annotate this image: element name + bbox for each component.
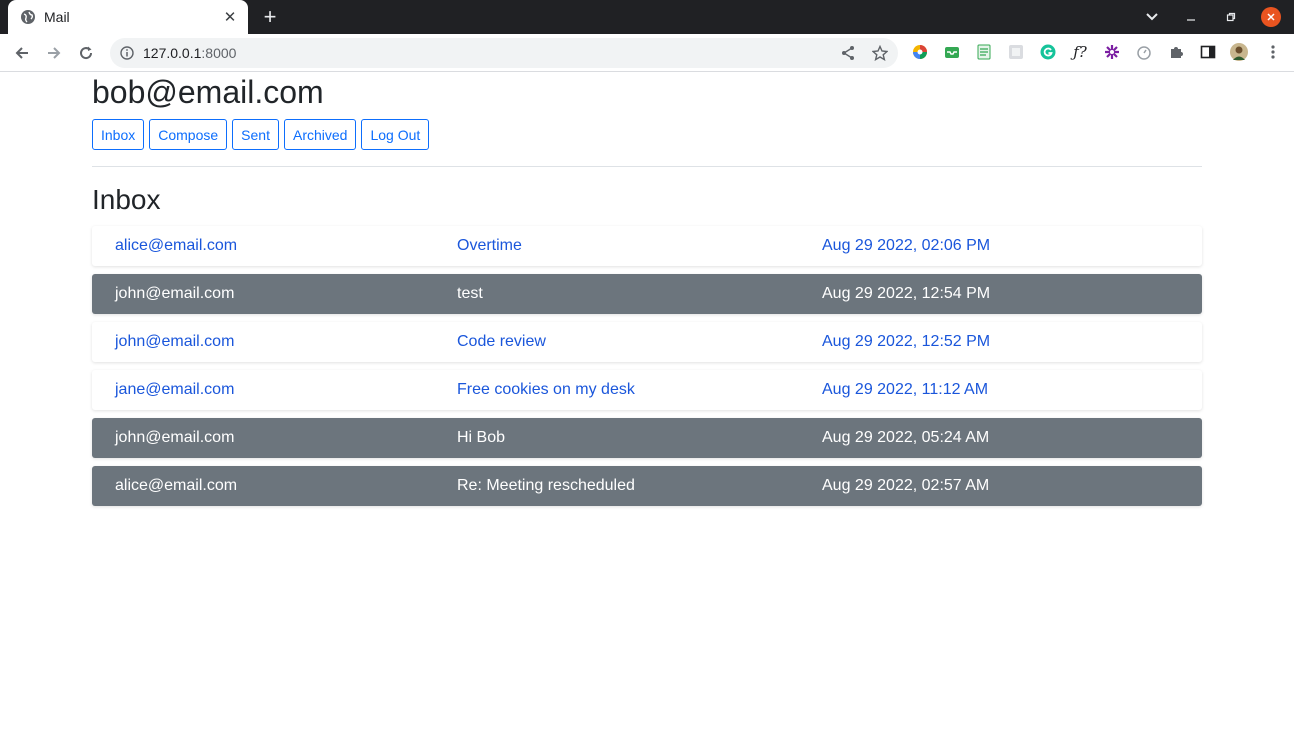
email-row[interactable]: john@email.com test Aug 29 2022, 12:54 P… xyxy=(92,274,1202,314)
grammarly-icon[interactable] xyxy=(1039,43,1057,61)
mail-app: bob@email.com Inbox Compose Sent Archive… xyxy=(92,73,1202,514)
inbox-extension-icon[interactable] xyxy=(943,43,961,61)
inbox-button[interactable]: Inbox xyxy=(92,119,145,150)
email-row[interactable]: jane@email.com Free cookies on my desk A… xyxy=(92,370,1202,410)
browser-tab[interactable]: Mail ✕ xyxy=(8,0,248,34)
email-subject: Hi Bob xyxy=(457,429,506,446)
address-bar[interactable]: 127.0.0.1:8000 xyxy=(110,38,898,68)
email-subject: Free cookies on my desk xyxy=(457,381,635,398)
browser-toolbar: 127.0.0.1:8000 xyxy=(0,34,1294,72)
flower-extension-icon[interactable] xyxy=(1103,43,1121,61)
tab-search-icon[interactable] xyxy=(1141,6,1163,28)
email-subject: Overtime xyxy=(457,237,522,254)
grid-extension-icon[interactable] xyxy=(1007,43,1025,61)
email-timestamp: Aug 29 2022, 12:54 PM xyxy=(822,285,991,302)
url-port: :8000 xyxy=(201,45,237,61)
globe-icon xyxy=(20,9,36,25)
email-timestamp: Aug 29 2022, 02:06 PM xyxy=(822,237,991,254)
url-host: 127.0.0.1 xyxy=(143,45,202,61)
mailbox-title: Inbox xyxy=(92,184,161,215)
url-text: 127.0.0.1:8000 xyxy=(143,45,236,61)
sent-button[interactable]: Sent xyxy=(232,119,279,150)
tab-title: Mail xyxy=(44,9,70,25)
extensions-puzzle-icon[interactable] xyxy=(1167,43,1185,61)
window-close-icon[interactable] xyxy=(1261,7,1281,27)
email-sender: jane@email.com xyxy=(115,381,235,398)
forward-icon[interactable] xyxy=(42,41,66,65)
email-row[interactable]: john@email.com Code review Aug 29 2022, … xyxy=(92,322,1202,362)
sheet-extension-icon[interactable] xyxy=(975,43,993,61)
reload-icon[interactable] xyxy=(74,41,98,65)
site-info-icon[interactable] xyxy=(119,45,135,61)
archived-button[interactable]: Archived xyxy=(283,119,357,150)
email-sender: alice@email.com xyxy=(115,237,238,254)
email-row[interactable]: alice@email.com Re: Meeting rescheduled … xyxy=(92,466,1202,506)
font-finder-icon[interactable]: ƒ? xyxy=(1071,43,1089,61)
email-timestamp: Aug 29 2022, 02:57 AM xyxy=(822,477,990,494)
timer-extension-icon[interactable] xyxy=(1135,43,1153,61)
email-sender: john@email.com xyxy=(115,429,235,446)
profile-avatar[interactable] xyxy=(1230,43,1248,61)
logout-button[interactable]: Log Out xyxy=(361,119,430,150)
email-sender: alice@email.com xyxy=(115,477,238,494)
email-timestamp: Aug 29 2022, 11:12 AM xyxy=(822,381,989,398)
minimize-icon[interactable] xyxy=(1180,6,1202,28)
back-icon[interactable] xyxy=(10,41,34,65)
share-icon[interactable] xyxy=(836,41,860,65)
new-tab-icon[interactable]: + xyxy=(258,5,282,29)
browser-tabstrip: Mail ✕ + xyxy=(0,0,1294,34)
mail-nav: Inbox Compose Sent Archived Log Out xyxy=(92,119,1202,150)
compose-button[interactable]: Compose xyxy=(149,119,228,150)
user-email-heading: bob@email.com xyxy=(92,74,324,110)
email-subject: test xyxy=(457,285,483,302)
divider xyxy=(92,166,1202,167)
restore-icon[interactable] xyxy=(1220,6,1242,28)
side-panel-icon[interactable] xyxy=(1199,43,1217,61)
browser-menu-icon[interactable] xyxy=(1264,43,1282,61)
bookmark-star-icon[interactable] xyxy=(868,41,892,65)
email-row[interactable]: john@email.com Hi Bob Aug 29 2022, 05:24… xyxy=(92,418,1202,458)
close-tab-icon[interactable]: ✕ xyxy=(220,7,240,27)
email-subject: Code review xyxy=(457,333,546,350)
email-sender: john@email.com xyxy=(115,285,235,302)
email-list: alice@email.com Overtime Aug 29 2022, 02… xyxy=(92,226,1202,506)
email-sender: john@email.com xyxy=(115,333,235,350)
email-row[interactable]: alice@email.com Overtime Aug 29 2022, 02… xyxy=(92,226,1202,266)
email-timestamp: Aug 29 2022, 12:52 PM xyxy=(822,333,991,350)
color-picker-extension-icon[interactable] xyxy=(911,43,929,61)
email-subject: Re: Meeting rescheduled xyxy=(457,477,635,494)
email-timestamp: Aug 29 2022, 05:24 AM xyxy=(822,429,990,446)
